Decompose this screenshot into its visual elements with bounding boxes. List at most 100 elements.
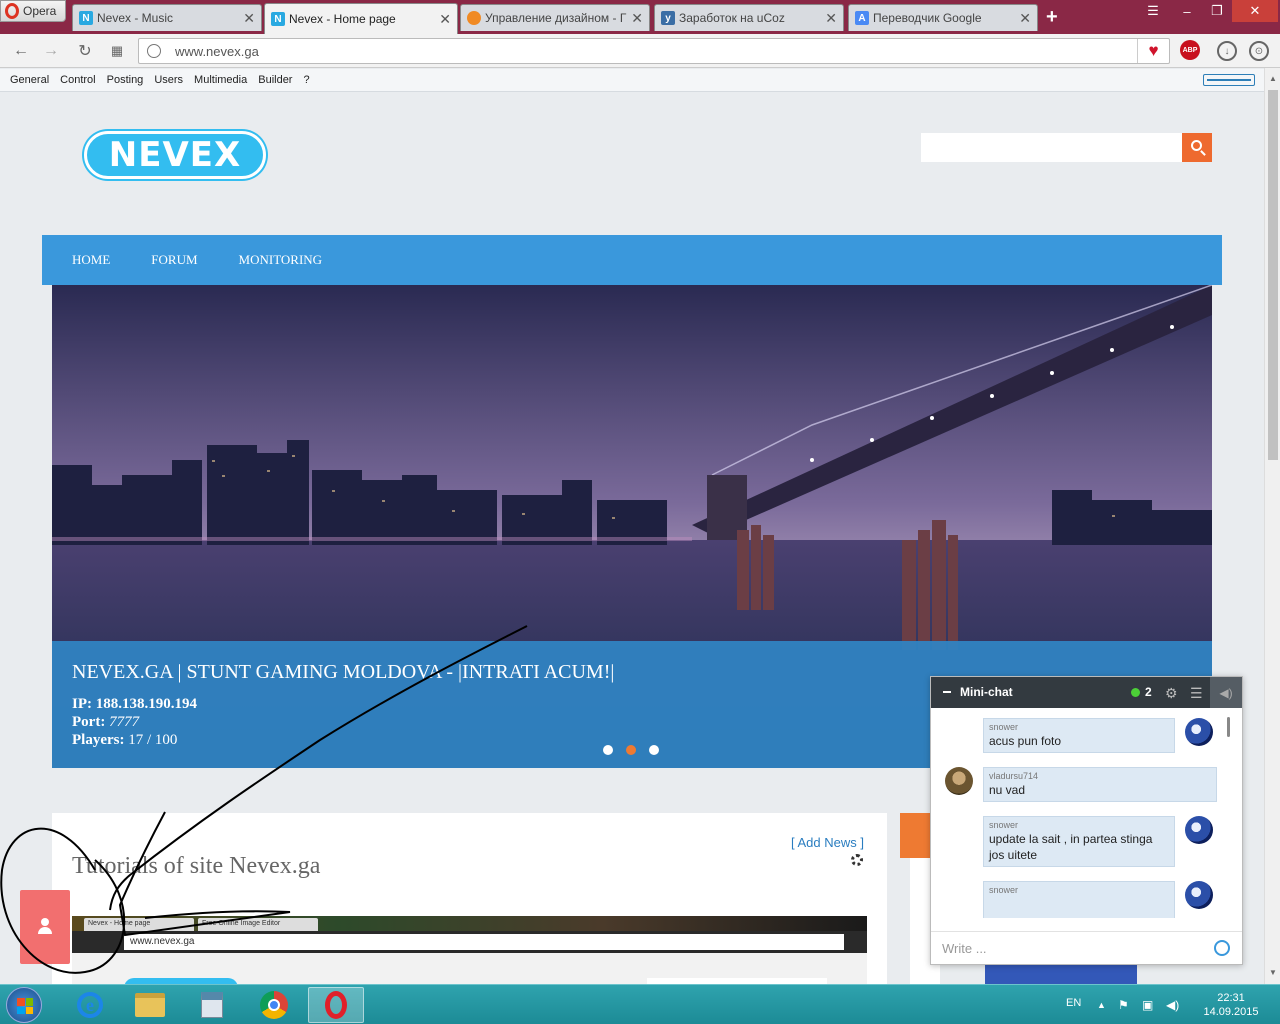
ucoz-menu-builder[interactable]: Builder (258, 74, 292, 86)
reload-icon[interactable]: ↻ (74, 40, 96, 62)
avatar[interactable] (1185, 816, 1213, 844)
taskbar-calculator[interactable] (184, 987, 240, 1023)
site-search-button[interactable] (1182, 133, 1212, 162)
ucoz-menu-general[interactable]: General (10, 74, 49, 86)
ucoz-panel-toggle-icon[interactable] (1203, 74, 1255, 86)
chat-input-field[interactable]: Write ... (931, 931, 1242, 965)
chat-text: nu vad (989, 783, 1026, 797)
close-tab-icon[interactable]: ✕ (1019, 10, 1031, 27)
close-tab-icon[interactable]: ✕ (439, 11, 451, 28)
nevex-icon: N (271, 12, 285, 26)
avatar[interactable] (945, 767, 973, 795)
tab-nevex-home[interactable]: N Nevex - Home page ✕ (264, 3, 458, 34)
taskbar-clock[interactable]: 22:31 14.09.2015 (1196, 991, 1266, 1019)
bookmark-heart-icon[interactable]: ♥ (1137, 39, 1169, 63)
language-indicator[interactable]: EN (1066, 997, 1081, 1009)
opera-icon (325, 991, 347, 1019)
nav-forum[interactable]: FORUM (151, 252, 197, 268)
slider-dot-3[interactable] (649, 745, 659, 755)
internet-explorer-icon: e (77, 992, 103, 1018)
volume-icon[interactable]: ◀) (1166, 998, 1179, 1012)
address-bar[interactable]: www.nevex.ga ♥ (138, 38, 1170, 64)
speed-dial-grid-icon[interactable]: ▦ (106, 40, 128, 62)
user-icon-body (38, 927, 52, 934)
gear-icon[interactable] (851, 854, 863, 866)
clock-time: 22:31 (1217, 992, 1245, 1004)
page-scrollbar[interactable]: ▲ ▼ (1264, 68, 1280, 984)
stash-icon[interactable]: ⊙ (1249, 41, 1269, 61)
tab-ucoz-design[interactable]: Управление дизайном - Г ✕ (460, 4, 650, 31)
scroll-down-arrow-icon[interactable]: ▼ (1269, 968, 1277, 977)
avatar[interactable] (1185, 881, 1213, 909)
site-search-input[interactable] (921, 133, 1183, 162)
minimize-window-icon[interactable]: – (1172, 0, 1202, 22)
close-tab-icon[interactable]: ✕ (631, 10, 643, 27)
user-login-button[interactable] (20, 890, 70, 964)
search-icon (1190, 140, 1202, 151)
chat-username[interactable]: snower (989, 722, 1169, 733)
chat-menu-icon[interactable]: ☰ (1190, 685, 1203, 702)
port-label: Port: (72, 714, 106, 730)
taskbar-internet-explorer[interactable]: e (62, 987, 118, 1023)
chat-username[interactable]: snower (989, 820, 1169, 831)
news-content-panel: [ Add News ] Tutorials of site Nevex.ga … (52, 813, 887, 984)
add-news-link[interactable]: [ Add News ] (791, 835, 864, 850)
slider-dots (603, 745, 659, 755)
close-window-icon[interactable]: ✕ (1232, 0, 1278, 22)
slider-dot-2[interactable] (626, 745, 636, 755)
minichat-messages: snower acus pun foto vladursu714 nu vad … (931, 708, 1242, 918)
tab-google-translate[interactable]: A Переводчик Google ✕ (848, 4, 1038, 31)
show-hidden-icons-chevron-icon[interactable]: ▲ (1097, 1000, 1106, 1010)
tab-menu-icon[interactable]: ☰ (1136, 0, 1170, 22)
ucoz-menu-multimedia[interactable]: Multimedia (194, 74, 247, 86)
taskbar-chrome[interactable] (246, 987, 302, 1023)
ucoz-y-icon: y (661, 11, 675, 25)
opera-menu-button[interactable]: Opera (0, 0, 66, 22)
url-text[interactable]: www.nevex.ga (175, 44, 259, 59)
restore-window-icon[interactable]: ❐ (1202, 0, 1232, 22)
close-tab-icon[interactable]: ✕ (825, 10, 837, 27)
ucoz-icon (467, 11, 481, 25)
chat-scrollbar[interactable] (1227, 717, 1230, 737)
taskbar-opera[interactable] (308, 987, 364, 1023)
nav-home[interactable]: HOME (72, 252, 110, 268)
forward-arrow-icon[interactable]: → (40, 40, 62, 62)
adblock-plus-icon[interactable]: ABP (1180, 40, 1200, 60)
windows-logo-icon (17, 998, 33, 1014)
close-tab-icon[interactable]: ✕ (243, 10, 255, 27)
content-title[interactable]: Tutorials of site Nevex.ga (72, 853, 320, 880)
chat-settings-gear-icon[interactable]: ⚙ (1165, 685, 1178, 702)
scroll-up-arrow-icon[interactable]: ▲ (1269, 74, 1277, 83)
download-icon[interactable]: ↓ (1217, 41, 1237, 61)
tab-nevex-music[interactable]: N Nevex - Music ✕ (72, 4, 262, 31)
chat-username[interactable]: snower (989, 885, 1169, 896)
action-center-flag-icon[interactable]: ⚑ (1118, 998, 1129, 1012)
embedded-url: www.nevex.ga (124, 934, 844, 950)
nav-monitoring[interactable]: MONITORING (239, 252, 323, 268)
scrollbar-thumb[interactable] (1268, 90, 1278, 460)
network-icon[interactable]: ▣ (1142, 998, 1153, 1012)
ucoz-menu-posting[interactable]: Posting (107, 74, 144, 86)
embedded-tab-1: Nevex - Home page (84, 918, 194, 931)
google-translate-icon: A (855, 11, 869, 25)
players-value: 17 / 100 (128, 732, 178, 748)
slide-title[interactable]: NEVEX.GA | STUNT GAMING MOLDOVA - |INTRA… (72, 661, 614, 684)
back-arrow-icon[interactable]: ← (10, 40, 32, 62)
chat-username[interactable]: vladursu714 (989, 771, 1211, 782)
minimize-chat-icon[interactable] (943, 691, 951, 693)
new-tab-plus-icon[interactable]: + (1046, 6, 1058, 29)
site-logo[interactable]: NEVEX (84, 131, 266, 179)
tab-ucoz-earnings[interactable]: y Заработок на uCoz ✕ (654, 4, 844, 31)
taskbar-file-explorer[interactable] (122, 987, 178, 1023)
ucoz-menu-control[interactable]: Control (60, 74, 95, 86)
site-info-globe-icon[interactable] (147, 44, 161, 58)
chat-text: update la sait , in partea stinga jos ui… (989, 832, 1153, 862)
slider-dot-1[interactable] (603, 745, 613, 755)
minichat-title[interactable]: Mini-chat (960, 685, 1013, 699)
avatar[interactable] (1185, 718, 1213, 746)
ucoz-menu-users[interactable]: Users (154, 74, 183, 86)
start-button[interactable] (6, 987, 42, 1023)
sound-toggle-icon[interactable]: ◀) (1210, 677, 1242, 708)
ucoz-menu-help[interactable]: ? (303, 74, 309, 86)
smiley-icon[interactable] (1214, 940, 1230, 956)
